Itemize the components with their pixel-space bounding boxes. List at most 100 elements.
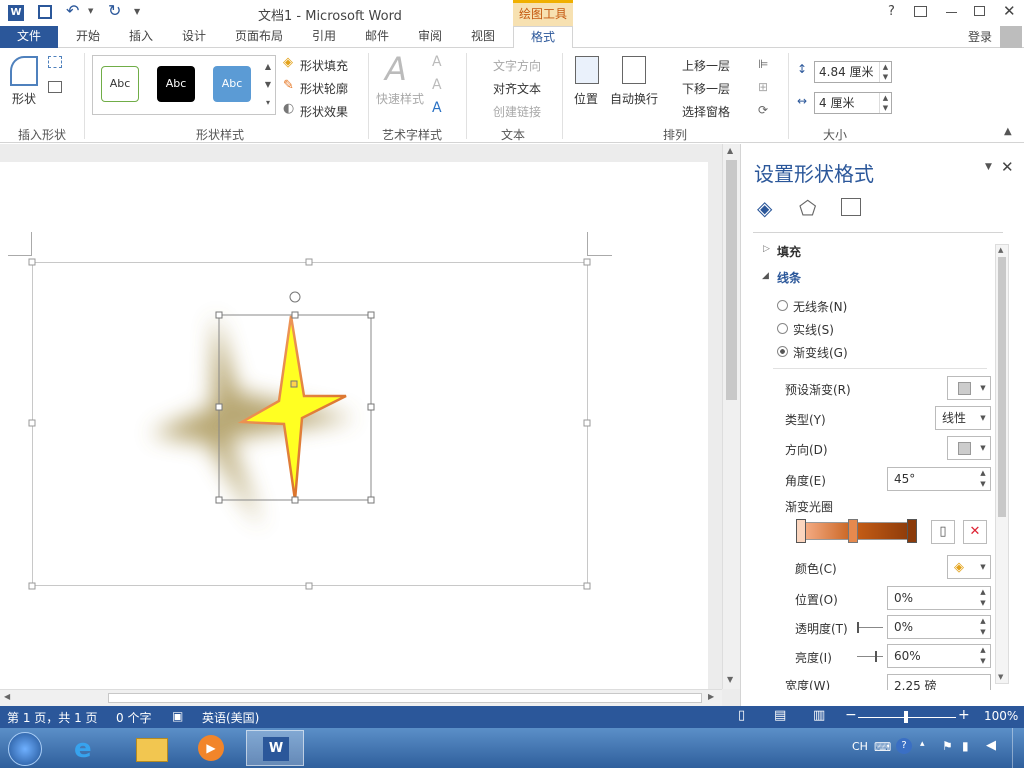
tab-format[interactable]: 格式	[513, 26, 573, 49]
pane-scrollbar[interactable]: ▲ ▼	[995, 244, 1009, 684]
start-button-icon[interactable]	[8, 732, 42, 766]
shape-effects-button[interactable]: 形状效果	[300, 103, 348, 120]
line-section-header[interactable]: 线条	[777, 269, 801, 286]
shape-outline-button[interactable]: 形状轮廓	[300, 80, 348, 97]
position-button[interactable]: 位置	[574, 90, 598, 107]
proofing-icon[interactable]: ▣	[172, 709, 183, 723]
send-backward-button[interactable]: 下移一层	[682, 80, 730, 97]
transparency-slider[interactable]	[857, 627, 883, 628]
tab-references[interactable]: 引用	[300, 26, 348, 48]
zoom-out-icon[interactable]: −	[845, 707, 857, 723]
shape-width-field[interactable]: 4 厘米 ▲ ▼	[814, 92, 892, 114]
layout-properties-tab-icon[interactable]	[841, 198, 861, 216]
gallery-scroll-icon[interactable]: ▲ ▼ ▾	[262, 58, 274, 112]
transparency-slider-thumb[interactable]	[857, 622, 859, 633]
gradient-stop-handle[interactable]	[848, 519, 858, 543]
word-count[interactable]: 0 个字	[116, 709, 151, 726]
quick-styles-button[interactable]: 快速样式	[376, 90, 424, 107]
angle-spinner-icon[interactable]: ▲ ▼	[976, 468, 990, 490]
pane-scroll-up-icon[interactable]: ▲	[998, 246, 1003, 254]
gradient-stop-handle[interactable]	[907, 519, 917, 543]
transparency-spinner-icon[interactable]: ▲ ▼	[976, 616, 990, 638]
shapes-button[interactable]: 形状	[12, 90, 36, 107]
brightness-spinner-icon[interactable]: ▲ ▼	[976, 645, 990, 667]
shapes-gallery-icon[interactable]	[10, 56, 38, 86]
scroll-down-icon[interactable]: ▼	[727, 675, 733, 684]
fill-section-header[interactable]: 填充	[777, 243, 801, 260]
network-icon[interactable]: ▮	[962, 739, 969, 753]
transparency-field[interactable]: 0% ▲ ▼	[887, 615, 991, 639]
collapse-ribbon-icon[interactable]: ▲	[1004, 126, 1012, 137]
page-count[interactable]: 第 1 页，共 1 页	[7, 709, 98, 726]
position-field[interactable]: 0% ▲ ▼	[887, 586, 991, 610]
direction-dropdown[interactable]: ▼	[947, 436, 991, 460]
minimize-button[interactable]	[946, 12, 957, 13]
redo-icon[interactable]: ↻	[108, 1, 121, 20]
tab-review[interactable]: 审阅	[406, 26, 454, 48]
add-gradient-stop-icon[interactable]: ▯	[931, 520, 955, 544]
brightness-slider-thumb[interactable]	[875, 651, 877, 662]
text-box-icon[interactable]	[48, 81, 62, 93]
volume-icon[interactable]: ◀	[986, 738, 996, 753]
tab-mailings[interactable]: 邮件	[353, 26, 401, 48]
expanded-arrow-icon[interactable]: ◢	[762, 271, 769, 281]
tab-design[interactable]: 设计	[170, 26, 218, 48]
internet-explorer-icon[interactable]: e	[74, 734, 92, 764]
keyboard-icon[interactable]: ⌨	[874, 740, 891, 754]
group-objects-icon[interactable]: ⊞	[758, 80, 768, 94]
input-method-indicator[interactable]: CH	[852, 740, 868, 753]
edit-shape-icon[interactable]	[48, 56, 62, 68]
help-button[interactable]: ?	[888, 4, 895, 19]
tab-home[interactable]: 开始	[64, 26, 112, 48]
position-spinner-icon[interactable]: ▲ ▼	[976, 587, 990, 609]
pane-scroll-thumb[interactable]	[998, 257, 1006, 517]
angle-field[interactable]: 45° ▲ ▼	[887, 467, 991, 491]
align-icon[interactable]: ⊫	[758, 57, 768, 71]
style-sample-outline[interactable]: Abc	[101, 66, 139, 102]
effects-tab-icon[interactable]: ⬠	[799, 196, 816, 220]
collapsed-arrow-icon[interactable]: ▷	[763, 244, 770, 254]
selection-pane-button[interactable]: 选择窗格	[682, 103, 730, 120]
tab-insert[interactable]: 插入	[117, 26, 165, 48]
height-spinner-icon[interactable]: ▲ ▼	[879, 62, 891, 82]
vertical-scrollbar[interactable]: ▲ ▼	[722, 144, 740, 689]
radio-gradient-line[interactable]	[777, 346, 788, 357]
radio-solid-line[interactable]	[777, 323, 788, 334]
fill-line-tab-icon[interactable]: ◈	[757, 196, 772, 220]
print-layout-icon[interactable]: ▤	[774, 708, 786, 723]
action-center-icon[interactable]: ⚑	[942, 739, 953, 753]
star-shape-svg[interactable]	[0, 144, 740, 706]
rotate-icon[interactable]: ⟳	[758, 103, 768, 117]
avatar[interactable]	[1000, 26, 1022, 48]
gradient-stop-handle[interactable]	[796, 519, 806, 543]
width-spinner-icon[interactable]: ▲ ▼	[879, 93, 891, 113]
wrap-text-button[interactable]: 自动换行	[610, 90, 658, 107]
radio-no-line[interactable]	[777, 300, 788, 311]
width-field[interactable]: 2.25 磅	[887, 674, 991, 690]
shape-height-field[interactable]: 4.84 厘米 ▲ ▼	[814, 61, 892, 83]
pane-options-icon[interactable]: ▼	[985, 162, 992, 172]
style-sample-blue[interactable]: Abc	[213, 66, 251, 102]
language-indicator[interactable]: 英语(美国)	[202, 709, 259, 726]
pane-scroll-down-icon[interactable]: ▼	[998, 673, 1003, 681]
customize-qat-icon[interactable]: ▼	[134, 7, 140, 16]
zoom-slider-thumb[interactable]	[904, 711, 908, 723]
zoom-in-icon[interactable]: +	[958, 707, 970, 723]
shape-fill-button[interactable]: 形状填充	[300, 57, 348, 74]
color-picker-button[interactable]: ◈ ▼	[947, 555, 991, 579]
file-explorer-icon[interactable]	[136, 738, 168, 762]
save-icon[interactable]	[38, 5, 52, 19]
horizontal-scrollbar[interactable]: ◀ ▶	[0, 689, 722, 706]
brightness-slider[interactable]	[857, 656, 883, 657]
type-dropdown[interactable]: 线性 ▼	[935, 406, 991, 430]
tab-layout[interactable]: 页面布局	[226, 26, 292, 48]
scroll-up-icon[interactable]: ▲	[727, 146, 733, 155]
restore-button[interactable]	[974, 6, 985, 16]
brightness-field[interactable]: 60% ▲ ▼	[887, 644, 991, 668]
scroll-thumb[interactable]	[726, 160, 737, 400]
read-mode-icon[interactable]: ▯	[738, 708, 745, 723]
rotation-handle[interactable]	[289, 291, 301, 303]
media-player-icon[interactable]: ▶	[198, 735, 224, 761]
word-taskbar-button[interactable]: W	[246, 730, 304, 766]
tab-view[interactable]: 视图	[459, 26, 507, 48]
